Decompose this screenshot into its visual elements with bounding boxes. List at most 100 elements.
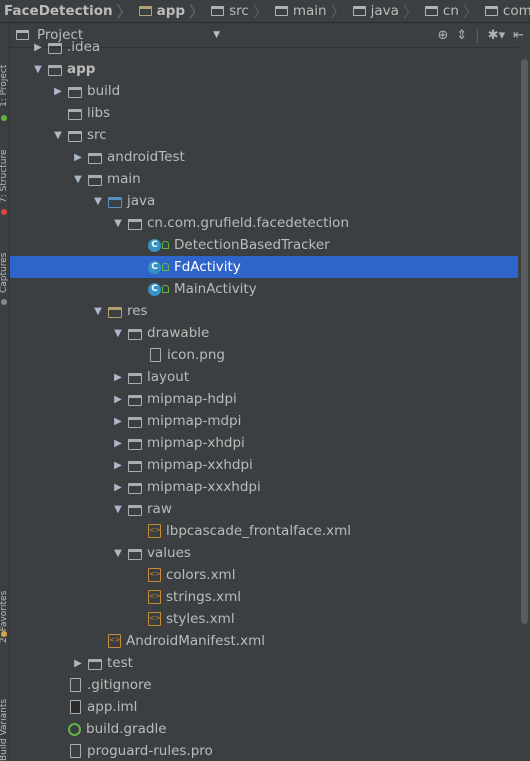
scrollbar-thumb[interactable]	[521, 59, 528, 624]
vertical-scrollbar[interactable]	[518, 47, 530, 761]
tree-item-app-iml[interactable]: app.iml	[10, 696, 518, 718]
tree-item-label: app	[67, 61, 96, 77]
tree-item-label: AndroidManifest.xml	[126, 633, 265, 649]
breadcrumb-app[interactable]: app 〉	[135, 0, 207, 22]
expanded-arrow-icon[interactable]: ▼	[92, 306, 104, 317]
tree-item-res[interactable]: ▼ res	[10, 300, 518, 322]
collapsed-arrow-icon[interactable]: ▶	[112, 438, 124, 449]
breadcrumb-java[interactable]: java 〉	[349, 0, 421, 22]
tree-item-label: build	[87, 83, 121, 99]
folder-icon	[128, 438, 142, 450]
tree-item-mipmap-xxxhdpi[interactable]: ▶ mipmap-xxxhdpi	[10, 476, 518, 498]
tree-item-androidmanifest-xml[interactable]: <> AndroidManifest.xml	[10, 630, 518, 652]
tree-item-label: proguard-rules.pro	[87, 743, 213, 759]
tree-item-colors-xml[interactable]: <> colors.xml	[10, 564, 518, 586]
package-icon	[128, 218, 142, 230]
expanded-arrow-icon[interactable]: ▼	[52, 130, 64, 141]
breadcrumb-main[interactable]: main 〉	[271, 0, 349, 22]
folder-icon	[424, 6, 438, 16]
tree-item-label: FdActivity	[174, 259, 241, 275]
expanded-arrow-icon[interactable]: ▼	[112, 504, 124, 515]
tree-item-label: androidTest	[107, 149, 185, 165]
expanded-arrow-icon[interactable]: ▼	[32, 64, 44, 75]
expanded-arrow-icon[interactable]: ▼	[112, 548, 124, 559]
tree-item-libs[interactable]: libs	[10, 102, 518, 124]
folder-icon	[88, 658, 102, 670]
collapsed-arrow-icon[interactable]: ▶	[112, 460, 124, 471]
tree-item-layout[interactable]: ▶ layout	[10, 366, 518, 388]
breadcrumb-separator-icon: 〉	[252, 2, 268, 21]
expanded-arrow-icon[interactable]: ▼	[72, 174, 84, 185]
breadcrumb-src[interactable]: src 〉	[207, 0, 271, 22]
tree-item-mainactivity[interactable]: C MainActivity	[10, 278, 518, 300]
tree-item-idea[interactable]: ▶ .idea	[10, 36, 518, 58]
collapsed-arrow-icon[interactable]: ▶	[72, 658, 84, 669]
collapsed-arrow-icon[interactable]: ▶	[52, 86, 64, 97]
folder-icon	[274, 6, 288, 16]
breadcrumb-separator-icon: 〉	[116, 2, 132, 21]
tree-item-src[interactable]: ▼ src	[10, 124, 518, 146]
tree-item-app[interactable]: ▼ app	[10, 58, 518, 80]
tree-item-label: mipmap-xhdpi	[147, 435, 245, 451]
tree-item-label: cn.com.grufield.facedetection	[147, 215, 349, 231]
navigation-breadcrumb-bar: FaceDetection〉app〉src〉main〉java〉cn〉com〉g…	[0, 0, 530, 23]
tree-item-proguard-rules-pro[interactable]: proguard-rules.pro	[10, 740, 518, 761]
tree-item-label: drawable	[147, 325, 210, 341]
tree-item-fdactivity[interactable]: C FdActivity	[10, 256, 518, 278]
tree-item-gitignore[interactable]: .gitignore	[10, 674, 518, 696]
breadcrumb-cn[interactable]: cn 〉	[421, 0, 481, 22]
tree-item-label: raw	[147, 501, 172, 517]
class-icon: C	[148, 282, 161, 296]
tree-item-label: MainActivity	[174, 281, 257, 297]
tree-item-label: main	[107, 171, 141, 187]
tree-item-java[interactable]: ▼ java	[10, 190, 518, 212]
breadcrumb-com[interactable]: com〉	[481, 0, 530, 22]
structure-tool-tab[interactable]: 7: Structure	[0, 133, 9, 204]
collapsed-arrow-icon[interactable]: ▶	[112, 372, 124, 383]
collapsed-arrow-icon[interactable]: ▶	[32, 42, 44, 53]
folder-icon	[128, 394, 142, 406]
collapsed-arrow-icon[interactable]: ▶	[112, 394, 124, 405]
folder-icon	[68, 86, 82, 98]
tree-item-label: libs	[87, 105, 111, 121]
tree-item-mipmap-mdpi[interactable]: ▶ mipmap-mdpi	[10, 410, 518, 432]
tree-item-build[interactable]: ▶ build	[10, 80, 518, 102]
collapsed-arrow-icon[interactable]: ▶	[112, 482, 124, 493]
tree-item-icon-png[interactable]: icon.png	[10, 344, 518, 366]
favorites-star-icon	[1, 631, 7, 637]
collapsed-arrow-icon[interactable]: ▶	[72, 152, 84, 163]
folder-icon	[48, 42, 62, 54]
tree-item-mipmap-hdpi[interactable]: ▶ mipmap-hdpi	[10, 388, 518, 410]
tree-item-detectionbasedtracker[interactable]: C DetectionBasedTracker	[10, 234, 518, 256]
breadcrumb-separator-icon: 〉	[330, 2, 346, 21]
build-variants-tool-tab[interactable]: Build Variants	[0, 663, 9, 761]
tree-item-mipmap-xxhdpi[interactable]: ▶ mipmap-xxhdpi	[10, 454, 518, 476]
captures-tool-tab[interactable]: Captures	[0, 233, 9, 293]
lock-icon	[162, 285, 169, 293]
tree-item-drawable[interactable]: ▼ drawable	[10, 322, 518, 344]
left-tool-window-strip: 1: Project 7: Structure Captures 2: Favo…	[0, 23, 10, 761]
tree-item-values[interactable]: ▼ values	[10, 542, 518, 564]
tree-item-mipmap-xhdpi[interactable]: ▶ mipmap-xhdpi	[10, 432, 518, 454]
tree-item-styles-xml[interactable]: <> styles.xml	[10, 608, 518, 630]
tree-item-main[interactable]: ▼ main	[10, 168, 518, 190]
image-file-icon	[150, 348, 161, 362]
lock-icon	[162, 263, 169, 271]
collapsed-arrow-icon[interactable]: ▶	[112, 416, 124, 427]
folder-icon	[484, 6, 498, 16]
tree-item-cn-com-grufield-facedetection[interactable]: ▼ cn.com.grufield.facedetection	[10, 212, 518, 234]
tree-item-strings-xml[interactable]: <> strings.xml	[10, 586, 518, 608]
expanded-arrow-icon[interactable]: ▼	[112, 328, 124, 339]
breadcrumb-facedetection[interactable]: FaceDetection 〉	[0, 0, 135, 22]
expanded-arrow-icon[interactable]: ▼	[112, 218, 124, 229]
project-tool-tab[interactable]: 1: Project	[0, 27, 9, 107]
expanded-arrow-icon[interactable]: ▼	[92, 196, 104, 207]
tree-item-lbpcascade-frontalface-xml[interactable]: <> lbpcascade_frontalface.xml	[10, 520, 518, 542]
tree-item-raw[interactable]: ▼ raw	[10, 498, 518, 520]
tree-item-label: src	[87, 127, 107, 143]
tree-item-androidtest[interactable]: ▶ androidTest	[10, 146, 518, 168]
tree-item-build-gradle[interactable]: build.gradle	[10, 718, 518, 740]
tree-item-label: res	[127, 303, 148, 319]
tree-item-test[interactable]: ▶ test	[10, 652, 518, 674]
tree-item-label: java	[127, 193, 156, 209]
